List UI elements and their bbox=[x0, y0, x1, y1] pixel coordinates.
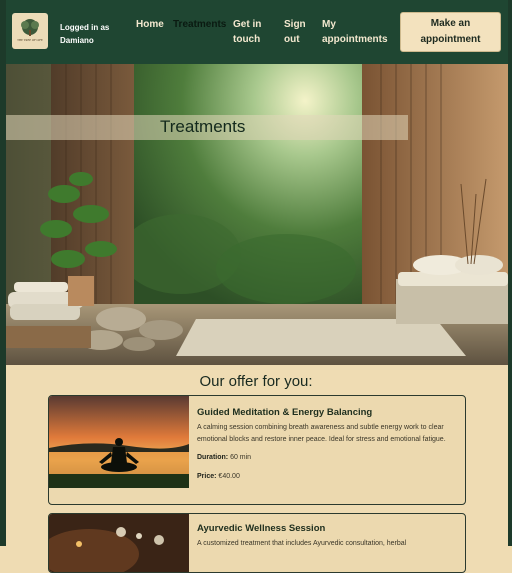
nav-my-appointments[interactable]: My appointments bbox=[322, 17, 392, 47]
card-body: Guided Meditation & Energy Balancing A c… bbox=[197, 396, 459, 480]
offer-heading: Our offer for you: bbox=[199, 373, 313, 390]
window-frame-right bbox=[508, 0, 512, 546]
nav-sign-out[interactable]: Sign out bbox=[284, 17, 314, 47]
tree-of-life-logo[interactable]: THE TREE OF LIFE bbox=[12, 13, 48, 49]
username: Damiano bbox=[60, 36, 94, 45]
login-status: Logged in as Damiano bbox=[60, 21, 130, 47]
nav-treatments[interactable]: Treatments bbox=[173, 17, 226, 32]
duration-label: Duration: bbox=[197, 454, 229, 461]
svg-text:THE TREE OF LIFE: THE TREE OF LIFE bbox=[17, 38, 43, 42]
nav-home[interactable]: Home bbox=[136, 17, 164, 32]
login-prefix: Logged in as bbox=[60, 23, 110, 32]
duration-value: 60 min bbox=[230, 454, 252, 461]
card-title: Guided Meditation & Energy Balancing bbox=[197, 407, 373, 418]
card-description: A customized treatment that includes Ayu… bbox=[197, 540, 407, 547]
card-price: Price: €40.00 bbox=[197, 473, 459, 480]
treatment-card[interactable]: Ayurvedic Wellness Session A customized … bbox=[48, 513, 466, 573]
make-appointment-button[interactable]: Make an appointment bbox=[400, 12, 501, 52]
card-duration: Duration: 60 min bbox=[197, 454, 459, 461]
top-navbar: THE TREE OF LIFE Logged in as Damiano Ho… bbox=[6, 0, 508, 64]
hero-banner: Treatments bbox=[6, 64, 508, 365]
price-value: €40.00 bbox=[218, 473, 240, 480]
card-title: Ayurvedic Wellness Session bbox=[197, 523, 326, 534]
tree-logo-icon: THE TREE OF LIFE bbox=[17, 19, 43, 42]
nav-get-in-touch[interactable]: Get in touch bbox=[233, 17, 273, 47]
hero-room-image bbox=[6, 64, 508, 365]
price-label: Price: bbox=[197, 473, 217, 480]
meditation-image bbox=[49, 396, 189, 488]
page-title: Treatments bbox=[160, 117, 246, 136]
card-description: A calming session combining breath aware… bbox=[197, 424, 446, 443]
ayurvedic-image bbox=[49, 514, 189, 572]
treatment-card[interactable]: Guided Meditation & Energy Balancing A c… bbox=[48, 395, 466, 505]
card-body: Ayurvedic Wellness Session A customized … bbox=[197, 514, 459, 550]
